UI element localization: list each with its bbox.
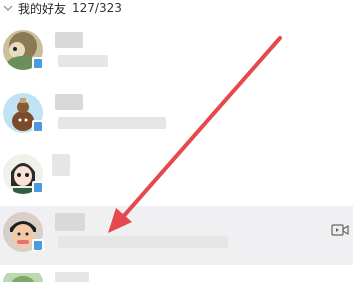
blurred-nickname	[55, 272, 89, 282]
friend-list-item[interactable]	[0, 146, 353, 206]
avatar-partial-icon	[3, 270, 43, 282]
friend-group-header[interactable]: 我的好友 127/323	[0, 0, 353, 16]
blurred-nickname	[55, 213, 85, 231]
phone-status-icon	[32, 239, 44, 251]
phone-status-icon	[32, 57, 44, 69]
friend-list-item[interactable]	[0, 85, 353, 145]
blurred-signature	[58, 117, 166, 129]
blurred-nickname	[52, 154, 70, 176]
video-chat-icon[interactable]	[331, 222, 349, 236]
group-name: 我的好友	[18, 1, 67, 16]
blurred-signature	[58, 236, 228, 248]
blurred-signature	[58, 55, 108, 67]
phone-status-icon	[32, 120, 44, 132]
chevron-down-icon	[1, 1, 15, 15]
blurred-nickname	[55, 32, 83, 48]
group-count: 127/323	[72, 1, 122, 15]
blurred-nickname	[55, 94, 83, 110]
friend-list-item[interactable]	[0, 22, 353, 82]
friend-list-item-highlighted[interactable]	[0, 206, 353, 265]
friend-list-item[interactable]	[0, 268, 353, 282]
phone-status-icon	[32, 181, 44, 193]
